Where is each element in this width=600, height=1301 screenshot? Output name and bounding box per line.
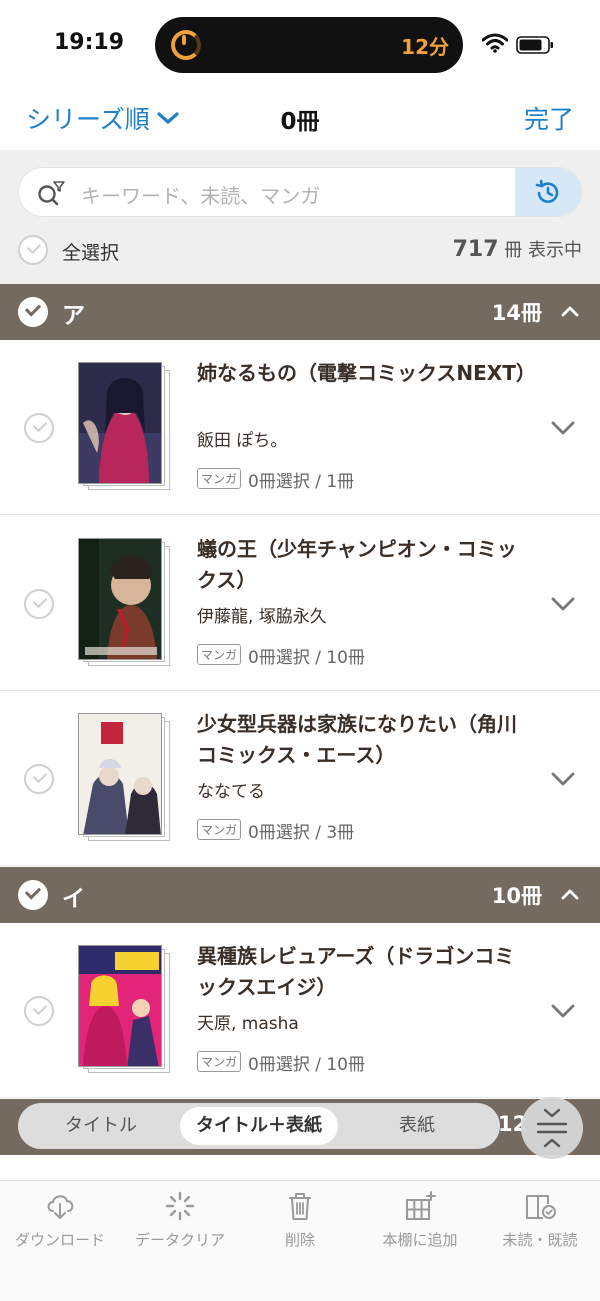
toolbar-label: 削除	[284, 1231, 315, 1249]
cover-image	[78, 538, 162, 660]
row-select-checkbox[interactable]	[24, 996, 54, 1026]
activity-text: 12分	[401, 35, 449, 59]
toolbar-label: 本棚に追加	[382, 1231, 458, 1249]
search-placeholder: キーワード、未読、マンガ	[81, 184, 321, 208]
series-title: 蟻の王（少年チャンピオン・コミックス）	[197, 537, 517, 592]
cover-stack	[78, 713, 170, 841]
section-select-checkbox[interactable]	[18, 880, 48, 910]
series-row[interactable]: 蟻の王（少年チャンピオン・コミックス） 伊藤龍, 塚脇永久 マンガ 0冊選択 /…	[0, 516, 600, 691]
chevron-down-icon[interactable]	[550, 1003, 576, 1019]
selection-count: 0冊選択 / 10冊	[248, 648, 365, 668]
bookshelf-add-icon	[406, 1191, 436, 1220]
search-area: キーワード、未読、マンガ 全選択 717 冊 表示中	[0, 150, 600, 284]
section-count: 14冊	[491, 301, 542, 325]
row-select-checkbox[interactable]	[24, 413, 54, 443]
sort-order-button[interactable]: シリーズ順	[26, 100, 180, 136]
series-row[interactable]: 少女型兵器は家族になりたい（角川コミックス・エース） ななてる マンガ 0冊選択…	[0, 691, 600, 866]
history-icon	[535, 179, 559, 203]
nav-bar: シリーズ順 0冊 完了	[0, 90, 600, 150]
search-input[interactable]: キーワード、未読、マンガ	[18, 167, 582, 217]
collapse-expand-icon	[536, 1108, 568, 1148]
section-header-i[interactable]: イ 10冊	[0, 867, 600, 923]
toolbar-label: 未読・既読	[502, 1231, 578, 1249]
manga-tag: マンガ	[197, 468, 242, 489]
chevron-down-icon	[157, 112, 179, 124]
sort-order-label: シリーズ順	[26, 105, 150, 134]
manga-tag: マンガ	[197, 644, 242, 665]
read-status-button[interactable]: 未読・既読	[480, 1181, 600, 1261]
status-bar: 19:19 12分	[0, 0, 600, 90]
series-author: 伊藤龍, 塚脇永久	[197, 607, 327, 627]
toolbar-label: データクリア	[134, 1231, 225, 1249]
section-count: 10冊	[491, 884, 542, 908]
cover-image	[78, 945, 162, 1067]
loading-spinner-icon	[165, 1191, 195, 1221]
wifi-icon	[482, 33, 508, 53]
cover-image	[78, 362, 162, 484]
series-title: 異種族レビュアーズ（ドラゴンコミックスエイジ）	[197, 944, 515, 999]
select-all-row[interactable]: 全選択 717 冊 表示中	[18, 232, 582, 268]
chevron-up-icon[interactable]	[560, 887, 580, 901]
cloud-download-icon	[47, 1195, 74, 1219]
series-author: 天原, masha	[197, 1014, 299, 1034]
view-mode-title-cover[interactable]: タイトル＋表紙	[180, 1107, 338, 1145]
series-title: 姉なるもの（電撃コミックスNEXT）	[197, 361, 536, 385]
display-count-number: 717	[452, 237, 499, 262]
done-button[interactable]: 完了	[524, 100, 574, 136]
chevron-down-icon[interactable]	[550, 420, 576, 436]
series-author: ななてる	[197, 782, 265, 802]
trash-icon	[289, 1193, 311, 1220]
chevron-up-icon[interactable]	[560, 304, 580, 318]
search-history-button[interactable]	[515, 168, 581, 216]
view-mode-segmented-control: タイトル タイトル＋表紙 表紙	[18, 1103, 500, 1149]
select-all-checkbox[interactable]	[18, 235, 48, 265]
cover-stack	[78, 362, 170, 490]
series-row[interactable]: 姉なるもの（電撃コミックスNEXT） 飯田 ぽち。 マンガ 0冊選択 / 1冊	[0, 340, 600, 515]
view-mode-cover[interactable]: 表紙	[338, 1107, 496, 1145]
selection-count: 0冊選択 / 10冊	[248, 1055, 365, 1075]
add-to-shelf-button[interactable]: 本棚に追加	[360, 1181, 480, 1261]
section-select-checkbox[interactable]	[18, 297, 48, 327]
status-time: 19:19	[54, 30, 125, 55]
display-count: 717 冊 表示中	[453, 236, 582, 262]
manga-tag: マンガ	[197, 819, 242, 840]
dynamic-island[interactable]: 12分	[155, 17, 463, 73]
section-letter: ア	[62, 303, 85, 329]
battery-icon	[516, 36, 553, 54]
chevron-down-icon[interactable]	[550, 771, 576, 787]
series-author: 飯田 ぽち。	[197, 431, 288, 451]
cover-stack	[78, 538, 170, 666]
bottom-toolbar: ダウンロード データクリア 削除 本棚に追加 未読・既読	[0, 1180, 600, 1301]
chevron-down-icon[interactable]	[550, 596, 576, 612]
data-clear-button[interactable]: データクリア	[120, 1181, 240, 1261]
row-select-checkbox[interactable]	[24, 589, 54, 619]
collapse-all-button[interactable]	[521, 1097, 583, 1159]
cover-image	[78, 713, 162, 835]
manga-tag: マンガ	[197, 1051, 242, 1072]
series-row[interactable]: 異種族レビュアーズ（ドラゴンコミックスエイジ） 天原, masha マンガ 0冊…	[0, 923, 600, 1098]
section-header-a[interactable]: ア 14冊	[0, 284, 600, 340]
select-all-label: 全選択	[62, 242, 120, 264]
book-check-icon	[526, 1195, 556, 1219]
cover-stack	[78, 945, 170, 1073]
toolbar-label: ダウンロード	[14, 1231, 105, 1249]
display-count-unit: 冊 表示中	[504, 240, 582, 261]
series-title: 少女型兵器は家族になりたい（角川コミックス・エース）	[197, 712, 517, 767]
search-filter-icon	[38, 181, 65, 206]
download-button[interactable]: ダウンロード	[0, 1181, 120, 1261]
delete-button[interactable]: 削除	[240, 1181, 360, 1261]
view-mode-title[interactable]: タイトル	[22, 1107, 180, 1145]
section-letter: イ	[62, 886, 85, 912]
timer-ring-icon	[171, 30, 201, 60]
selection-count: 0冊選択 / 1冊	[248, 472, 355, 492]
selection-count: 0冊選択 / 3冊	[248, 823, 355, 843]
row-select-checkbox[interactable]	[24, 764, 54, 794]
